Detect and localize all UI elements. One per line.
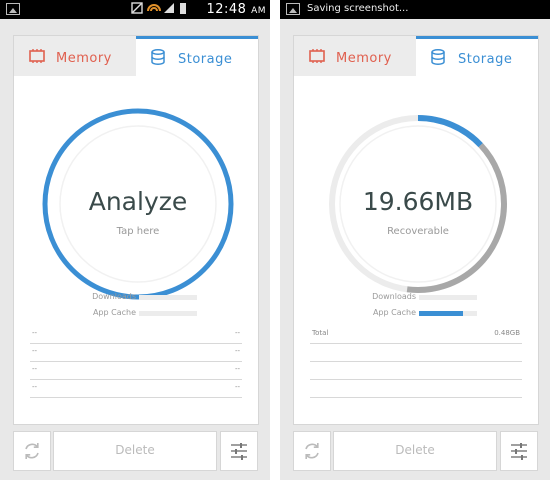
list-item — [310, 380, 522, 398]
tab-storage-label: Storage — [178, 52, 233, 67]
sliders-icon — [231, 443, 247, 460]
settings-button[interactable] — [220, 431, 258, 471]
tap-hint: Tap here — [116, 226, 160, 237]
chip-icon — [309, 49, 325, 63]
delete-label: Delete — [115, 443, 155, 457]
refresh-icon — [25, 443, 39, 459]
phone-screen-2: Saving screenshot... Memory Storage 19.6… — [280, 0, 550, 480]
database-icon — [151, 49, 165, 65]
tab-storage[interactable]: Storage — [136, 36, 258, 76]
legend-bar — [139, 295, 197, 300]
analyze-title: Analyze — [88, 187, 188, 216]
clock: 12:48 AM — [206, 2, 266, 17]
main-card: Memory Storage 19.66MB Recoverable Downl… — [293, 35, 539, 425]
tab-memory[interactable]: Memory — [294, 36, 416, 76]
main-card: Memory Storage Analyze Tap here Download… — [13, 35, 259, 425]
gauge-center[interactable]: Analyze Tap here — [38, 104, 238, 304]
legend-app-cache: App Cache — [294, 307, 538, 319]
list-item: -- -- — [30, 344, 242, 362]
delete-button[interactable]: Delete — [53, 431, 217, 471]
list-item: Total 0.48GB — [310, 326, 522, 344]
delete-button[interactable]: Delete — [333, 431, 497, 471]
legend-bar — [139, 311, 197, 316]
chip-icon — [29, 49, 45, 63]
refresh-button[interactable] — [13, 431, 51, 471]
list-item — [310, 344, 522, 362]
legend-bar — [419, 311, 477, 316]
legend-app-cache: App Cache — [14, 307, 258, 319]
list-item — [310, 362, 522, 380]
signal-icons — [131, 2, 186, 14]
delete-label: Delete — [395, 443, 435, 457]
settings-button[interactable] — [500, 431, 538, 471]
detail-list: -- -- -- -- -- -- -- -- — [30, 326, 242, 398]
notification-text: Saving screenshot... — [307, 3, 409, 14]
tab-memory[interactable]: Memory — [14, 36, 136, 76]
legend-label: Downloads — [92, 292, 136, 301]
detail-list: Total 0.48GB — [310, 326, 522, 398]
tab-memory-label: Memory — [56, 51, 112, 66]
legend-bar-fill — [419, 311, 463, 316]
gallery-icon — [6, 3, 20, 15]
status-bar: Saving screenshot... — [280, 0, 550, 19]
status-icons — [130, 1, 190, 18]
tab-storage[interactable]: Storage — [416, 36, 538, 76]
sliders-icon — [511, 443, 527, 460]
recoverable-size: 19.66MB — [362, 187, 474, 216]
database-icon — [431, 49, 445, 65]
list-item: -- -- — [30, 362, 242, 380]
gauge-center: 19.66MB Recoverable — [318, 104, 518, 304]
refresh-button[interactable] — [293, 431, 331, 471]
legend-label: Downloads — [372, 292, 416, 301]
refresh-icon — [305, 443, 319, 459]
list-item: -- -- — [30, 326, 242, 344]
tab-storage-label: Storage — [458, 52, 513, 67]
recoverable-label: Recoverable — [387, 226, 449, 237]
legend-label: App Cache — [372, 308, 416, 317]
legend-bar — [419, 295, 477, 300]
phone-screen-1: 12:48 AM Memory Storage Analyze Tap here… — [0, 0, 270, 480]
list-item: -- -- — [30, 380, 242, 398]
legend-downloads: Downloads — [294, 291, 538, 303]
gallery-icon — [286, 3, 300, 15]
status-bar: 12:48 AM — [0, 0, 270, 19]
legend-downloads: Downloads — [14, 291, 258, 303]
tab-memory-label: Memory — [336, 51, 392, 66]
legend-label: App Cache — [92, 308, 136, 317]
